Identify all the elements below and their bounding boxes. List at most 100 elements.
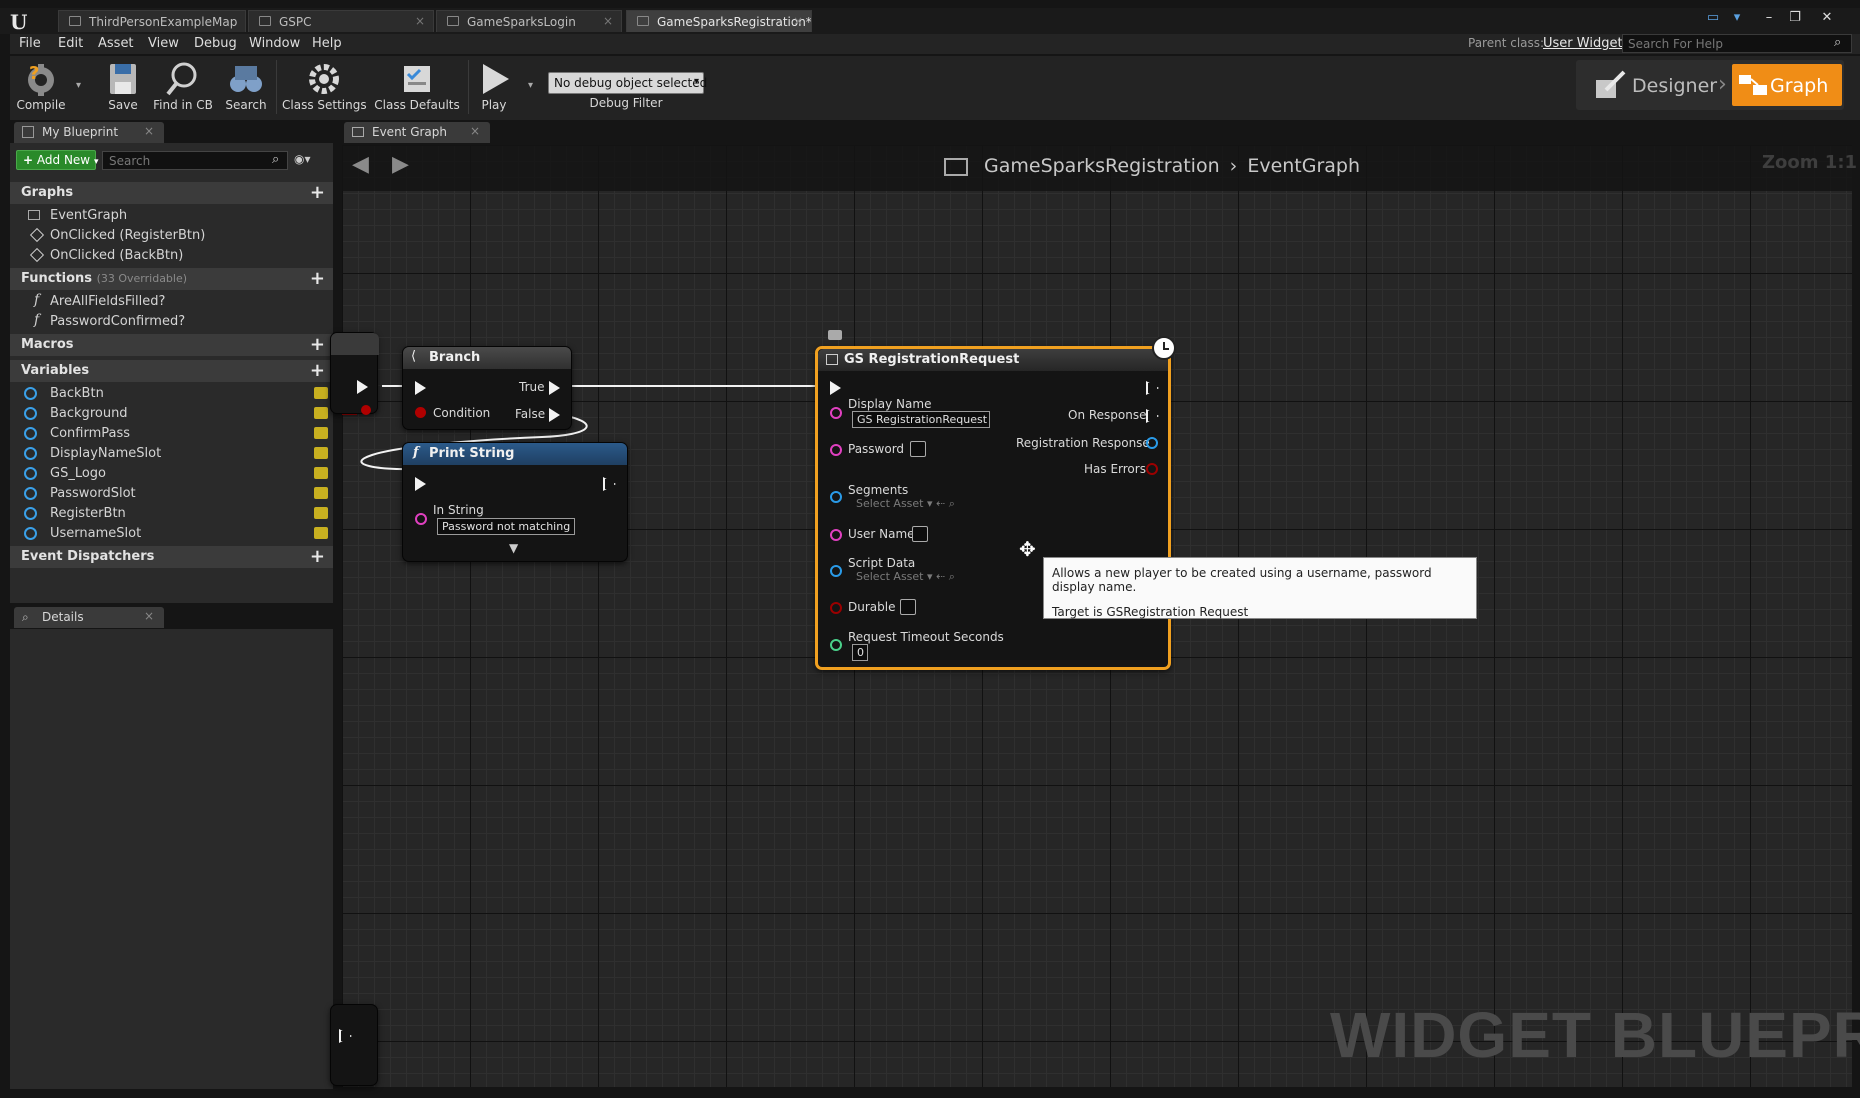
graph-mode-button[interactable]: Graph: [1732, 64, 1842, 106]
event-item-onclicked-register[interactable]: OnClicked (RegisterBtn): [10, 226, 333, 245]
close-icon[interactable]: ×: [603, 14, 613, 28]
feedback-icon[interactable]: ▾: [1726, 10, 1748, 28]
timeout-pin[interactable]: [830, 639, 842, 651]
branch-node[interactable]: ⟨ Branch True Condition False: [402, 346, 572, 430]
registration-response-pin[interactable]: [1146, 437, 1158, 449]
variable-item[interactable]: GS_Logo: [10, 464, 333, 483]
compile-button[interactable]: ? Compile: [12, 58, 70, 118]
play-options-dropdown[interactable]: ▾: [528, 80, 533, 91]
search-icon[interactable]: ⌕: [1834, 35, 1841, 50]
eye-icon[interactable]: [314, 387, 328, 399]
close-icon[interactable]: ×: [144, 609, 154, 623]
user-name-value-field[interactable]: [912, 526, 928, 542]
function-item[interactable]: f PasswordConfirmed?: [10, 312, 333, 331]
gs-registration-request-node[interactable]: GS RegistrationRequest Display Name GS R…: [815, 346, 1171, 670]
true-exec-pin[interactable]: [549, 381, 560, 395]
eye-icon[interactable]: [314, 507, 328, 519]
variable-item[interactable]: DisplayNameSlot: [10, 444, 333, 463]
menu-asset[interactable]: Asset: [98, 36, 134, 51]
exec-in-pin[interactable]: [415, 381, 426, 395]
segments-pin[interactable]: [830, 491, 842, 503]
on-response-pin[interactable]: [1146, 409, 1159, 423]
add-variable-icon[interactable]: +: [310, 360, 325, 381]
variable-item[interactable]: ConfirmPass: [10, 424, 333, 443]
menu-window[interactable]: Window: [249, 36, 300, 51]
graphs-section-header[interactable]: Graphs +: [10, 182, 333, 204]
exec-out-pin[interactable]: [357, 380, 368, 394]
add-dispatcher-icon[interactable]: +: [310, 546, 325, 567]
user-name-pin[interactable]: [830, 529, 842, 541]
variable-item[interactable]: Background: [10, 404, 333, 423]
doc-tab-login[interactable]: GameSparksLogin ×: [436, 10, 622, 32]
details-tab[interactable]: ⌕ Details ×: [14, 607, 164, 628]
exec-out-pin[interactable]: [1146, 381, 1159, 395]
segments-select-asset[interactable]: Select Asset ▾ ⇠ ⌕: [856, 497, 955, 511]
variable-item[interactable]: RegisterBtn: [10, 504, 333, 523]
debug-object-select[interactable]: No debug object selected ▾: [548, 72, 707, 94]
menu-debug[interactable]: Debug: [194, 36, 237, 51]
event-dispatchers-section-header[interactable]: Event Dispatchers +: [10, 546, 333, 568]
script-data-pin[interactable]: [830, 565, 842, 577]
durable-checkbox[interactable]: [900, 599, 916, 615]
display-name-value-field[interactable]: GS RegistrationRequest: [852, 411, 990, 428]
add-macro-icon[interactable]: +: [310, 334, 325, 355]
script-data-select-asset[interactable]: Select Asset ▾ ⇠ ⌕: [856, 570, 955, 584]
exec-out-pin[interactable]: [603, 477, 616, 491]
expand-arrow-icon[interactable]: ▼: [509, 541, 518, 555]
search-button[interactable]: Search: [222, 58, 270, 118]
password-value-field[interactable]: [910, 441, 926, 457]
macros-section-header[interactable]: Macros +: [10, 334, 333, 356]
function-item[interactable]: f AreAllFieldsFilled?: [10, 292, 333, 311]
add-new-button[interactable]: + Add New ▾: [16, 150, 98, 170]
eye-filter-icon[interactable]: ◉▾: [294, 152, 311, 166]
in-string-pin[interactable]: [415, 513, 427, 525]
exec-out-pin[interactable]: [339, 1029, 352, 1043]
menu-view[interactable]: View: [148, 36, 179, 51]
minimize-button[interactable]: –: [1758, 10, 1780, 28]
doc-tab-registration[interactable]: GameSparksRegistration* ×: [626, 10, 812, 32]
has-errors-pin[interactable]: [1146, 463, 1158, 475]
in-string-value-field[interactable]: Password not matching: [437, 518, 575, 535]
blueprint-search-input[interactable]: Search: [102, 151, 288, 170]
doc-tab-gspc[interactable]: GSPC ×: [248, 10, 434, 32]
variable-item[interactable]: UsernameSlot: [10, 524, 333, 543]
event-item-onclicked-back[interactable]: OnClicked (BackBtn): [10, 246, 333, 265]
comment-bubble-icon[interactable]: [828, 330, 842, 340]
timeout-value-field[interactable]: 0: [852, 644, 868, 661]
help-search-input[interactable]: Search For Help: [1622, 34, 1852, 53]
save-button[interactable]: Save: [100, 58, 146, 118]
add-function-icon[interactable]: +: [310, 268, 325, 289]
offscreen-node[interactable]: [330, 332, 379, 415]
eye-icon[interactable]: [314, 407, 328, 419]
play-button[interactable]: Play: [472, 58, 516, 118]
variables-section-header[interactable]: Variables +: [10, 360, 333, 382]
compile-options-dropdown[interactable]: ▾: [76, 80, 81, 91]
exec-in-pin[interactable]: [830, 381, 841, 395]
close-icon[interactable]: ×: [144, 124, 154, 138]
print-string-node[interactable]: f Print String In String Password not ma…: [402, 442, 628, 562]
close-window-button[interactable]: ✕: [1816, 10, 1838, 28]
display-name-pin[interactable]: [830, 407, 842, 419]
password-pin[interactable]: [830, 444, 842, 456]
chat-icon[interactable]: ▭: [1702, 10, 1724, 28]
breadcrumb-graph[interactable]: EventGraph: [1247, 155, 1360, 177]
doc-tab-map[interactable]: ThirdPersonExampleMap: [58, 10, 246, 32]
event-graph-tab[interactable]: Event Graph ×: [344, 122, 490, 143]
eye-icon[interactable]: [314, 527, 328, 539]
false-exec-pin[interactable]: [549, 408, 560, 422]
find-in-cb-button[interactable]: Find in CB: [150, 58, 216, 118]
my-blueprint-tab[interactable]: My Blueprint ×: [14, 122, 164, 143]
eye-icon[interactable]: [314, 487, 328, 499]
close-icon[interactable]: ×: [415, 14, 425, 28]
restore-button[interactable]: ❐: [1784, 10, 1806, 28]
parent-class-link[interactable]: User Widget: [1543, 36, 1623, 51]
menu-edit[interactable]: Edit: [58, 36, 83, 51]
close-icon[interactable]: ×: [470, 124, 480, 138]
menu-help[interactable]: Help: [312, 36, 342, 51]
class-settings-button[interactable]: Class Settings: [282, 58, 367, 118]
breadcrumb-blueprint[interactable]: GameSparksRegistration: [984, 155, 1220, 177]
add-graph-icon[interactable]: +: [310, 182, 325, 203]
durable-pin[interactable]: [830, 602, 842, 614]
variable-item[interactable]: BackBtn: [10, 384, 333, 403]
variable-item[interactable]: PasswordSlot: [10, 484, 333, 503]
